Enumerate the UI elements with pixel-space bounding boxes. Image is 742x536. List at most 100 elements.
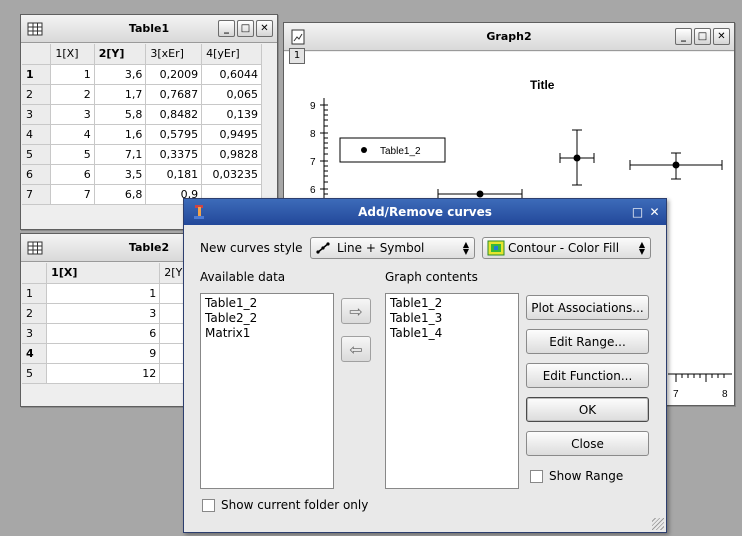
row-header[interactable]: 1 xyxy=(22,283,48,304)
table-cell[interactable]: 0,139 xyxy=(201,104,262,125)
row-header[interactable]: 5 xyxy=(22,144,52,165)
table-cell[interactable]: 12 xyxy=(46,363,161,384)
y-tick-label: 9 xyxy=(310,101,316,112)
table-cell[interactable]: 5,8 xyxy=(94,104,147,125)
table-cell[interactable]: 3,5 xyxy=(94,164,147,185)
remove-curve-button[interactable]: ⇦ xyxy=(341,336,371,362)
list-item[interactable]: Table1_2 xyxy=(390,296,514,311)
table-row[interactable]: 3 3 5,8 0,8482 0,139 xyxy=(22,104,262,125)
close-dialog-button[interactable]: Close xyxy=(526,431,649,456)
row-header[interactable]: 4 xyxy=(22,343,48,364)
table-row[interactable]: 6 6 3,5 0,181 0,03235 xyxy=(22,164,262,185)
table-cell[interactable]: 0,2009 xyxy=(145,64,203,85)
table-cell[interactable]: 0,8482 xyxy=(145,104,203,125)
graph2-titlebar[interactable]: Graph2 _ □ ✕ xyxy=(284,23,734,51)
column-header[interactable]: 1[X] xyxy=(50,44,95,65)
table-row[interactable]: 2 2 1,7 0,7687 0,065 xyxy=(22,84,262,105)
maximize-icon: □ xyxy=(697,30,708,42)
column-header[interactable]: 3[xEr] xyxy=(145,44,203,65)
table-cell[interactable]: 0,03235 xyxy=(201,164,262,185)
table-cell[interactable]: 0,6044 xyxy=(201,64,262,85)
table-cell[interactable]: 2 xyxy=(50,84,95,105)
table-cell[interactable]: 7 xyxy=(50,184,95,205)
legend[interactable]: Table1_2 xyxy=(339,137,446,163)
y-tick-label: 7 xyxy=(310,157,316,168)
close-button[interactable]: ✕ xyxy=(713,28,730,45)
table-row[interactable]: 1 1 3,6 0,2009 0,6044 xyxy=(22,64,262,85)
ok-button[interactable]: OK xyxy=(526,397,649,422)
table-cell[interactable]: 9 xyxy=(46,343,161,364)
show-range-checkbox[interactable]: Show Range xyxy=(530,469,623,483)
table-cell[interactable]: 4 xyxy=(50,124,95,145)
list-item[interactable]: Table2_2 xyxy=(205,311,329,326)
list-item[interactable]: Table1_3 xyxy=(390,311,514,326)
table-cell[interactable]: 6 xyxy=(50,164,95,185)
minimize-button[interactable]: _ xyxy=(218,20,235,37)
edit-function-button[interactable]: Edit Function... xyxy=(526,363,649,388)
table-cell[interactable]: 0,065 xyxy=(201,84,262,105)
row-header[interactable]: 2 xyxy=(22,303,48,324)
table-cell[interactable]: 0,5795 xyxy=(145,124,203,145)
row-header[interactable]: 1 xyxy=(22,64,52,85)
close-button[interactable]: ✕ xyxy=(647,203,662,220)
table-cell[interactable]: 0,7687 xyxy=(145,84,203,105)
row-header[interactable]: 3 xyxy=(22,104,52,125)
available-data-list[interactable]: Table1_2 Table2_2 Matrix1 xyxy=(200,293,334,489)
edit-range-button[interactable]: Edit Range... xyxy=(526,329,649,354)
dialog-titlebar[interactable]: Add/Remove curves □ ✕ xyxy=(184,199,666,225)
curve-style-select[interactable]: Line + Symbol ▲ ▼ xyxy=(310,237,475,259)
table-cell[interactable]: 3,6 xyxy=(94,64,147,85)
table-cell[interactable]: 3 xyxy=(46,303,161,324)
table-cell[interactable]: 1 xyxy=(50,64,95,85)
table-cell[interactable]: 1 xyxy=(46,283,161,304)
maximize-button[interactable]: □ xyxy=(237,20,254,37)
row-header[interactable]: 6 xyxy=(22,164,52,185)
graph-contents-list[interactable]: Table1_2 Table1_3 Table1_4 xyxy=(385,293,519,489)
table-cell[interactable]: 1,6 xyxy=(94,124,147,145)
row-header[interactable]: 2 xyxy=(22,84,52,105)
table-cell[interactable]: 0,9495 xyxy=(201,124,262,145)
show-folder-label: Show current folder only xyxy=(221,498,369,512)
checkbox-box[interactable] xyxy=(530,469,543,483)
maximize-button[interactable]: □ xyxy=(694,28,711,45)
table-cell[interactable]: 0,9828 xyxy=(201,144,262,165)
row-header[interactable]: 3 xyxy=(22,323,48,344)
x-tick-label: 8 xyxy=(722,389,728,400)
resize-grip[interactable] xyxy=(652,518,664,530)
minimize-button[interactable]: _ xyxy=(675,28,692,45)
table1-titlebar[interactable]: Table1 _ □ ✕ xyxy=(21,15,277,43)
table-cell[interactable]: 1,7 xyxy=(94,84,147,105)
close-icon: ✕ xyxy=(260,22,269,34)
list-item[interactable]: Matrix1 xyxy=(205,326,329,341)
add-curve-button[interactable]: ⇨ xyxy=(341,298,371,324)
row-header[interactable]: 5 xyxy=(22,363,48,384)
show-folder-checkbox[interactable]: Show current folder only xyxy=(202,498,368,512)
table-cell[interactable]: 6 xyxy=(46,323,161,344)
fill-style-select[interactable]: Contour - Color Fill ▲ ▼ xyxy=(482,237,651,259)
add-remove-curves-dialog[interactable]: Add/Remove curves □ ✕ New curves style L… xyxy=(183,198,667,533)
column-header[interactable]: 4[yEr] xyxy=(201,44,262,65)
table-row[interactable]: 5 5 7,1 0,3375 0,9828 xyxy=(22,144,262,165)
row-header[interactable]: 7 xyxy=(22,184,52,205)
close-button[interactable]: ✕ xyxy=(256,20,273,37)
table-cell[interactable]: 0,3375 xyxy=(145,144,203,165)
y-tick-label: 6 xyxy=(310,185,316,196)
table-row[interactable]: 4 4 1,6 0,5795 0,9495 xyxy=(22,124,262,145)
table-cell[interactable]: 6,8 xyxy=(94,184,147,205)
table-cell[interactable]: 0,181 xyxy=(145,164,203,185)
table-cell[interactable]: 5 xyxy=(50,144,95,165)
curve-style-label: New curves style xyxy=(200,241,303,255)
row-header[interactable]: 4 xyxy=(22,124,52,145)
checkbox-box[interactable] xyxy=(202,498,215,512)
list-item[interactable]: Table1_2 xyxy=(205,296,329,311)
list-item[interactable]: Table1_4 xyxy=(390,326,514,341)
column-header[interactable]: 1[X] xyxy=(46,263,161,284)
curve-style-value: Line + Symbol xyxy=(337,241,425,255)
table1-grid[interactable]: 1[X] 2[Y] 3[xEr] 4[yEr] 1 1 3,6 0,2009 0… xyxy=(22,44,262,205)
maximize-button[interactable]: □ xyxy=(630,203,645,220)
layer-button[interactable]: 1 xyxy=(289,48,305,64)
table-cell[interactable]: 3 xyxy=(50,104,95,125)
column-header[interactable]: 2[Y] xyxy=(94,44,147,65)
plot-associations-button[interactable]: Plot Associations... xyxy=(526,295,649,320)
table-cell[interactable]: 7,1 xyxy=(94,144,147,165)
